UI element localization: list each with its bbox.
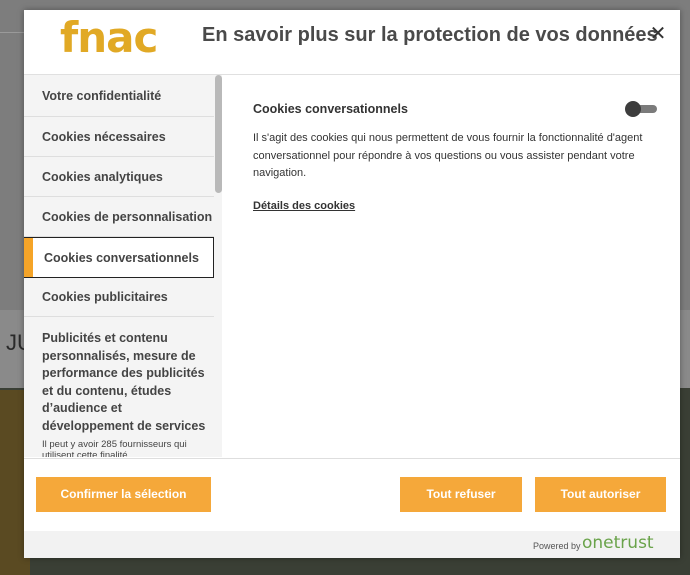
menu-item-cookies-personnalisation[interactable]: Cookies de personnalisation	[24, 197, 214, 237]
category-detail-panel: Cookies conversationnels Il s'agit des c…	[253, 101, 663, 212]
privacy-preference-modal: fnac En savoir plus sur la protection de…	[24, 10, 680, 558]
modal-title: En savoir plus sur la protection de vos …	[202, 24, 658, 46]
menu-item-label: Publicités et contenu personnalisés, mes…	[42, 331, 206, 433]
confirm-selection-button[interactable]: Confirmer la sélection	[36, 477, 211, 512]
menu-item-label: Cookies nécessaires	[42, 130, 166, 144]
menu-item-cookies-publicitaires[interactable]: Cookies publicitaires	[24, 278, 214, 317]
modal-header: fnac En savoir plus sur la protection de…	[24, 10, 680, 75]
fnac-logo: fnac	[60, 13, 158, 62]
onetrust-logo[interactable]: onetrust	[582, 533, 654, 553]
background-divider	[0, 32, 24, 33]
allow-all-button[interactable]: Tout autoriser	[535, 477, 666, 512]
menu-item-label: Cookies analytiques	[42, 170, 163, 184]
menu-item-label: Cookies de personnalisation	[42, 210, 213, 224]
menu-scrollbar[interactable]	[215, 75, 222, 193]
menu-item-votre-confidentialite[interactable]: Votre confidentialité	[24, 75, 214, 117]
menu-item-label: Votre confidentialité	[42, 89, 162, 103]
menu-item-cookies-necessaires[interactable]: Cookies nécessaires	[24, 117, 214, 157]
category-menu: Votre confidentialité Cookies nécessaire…	[24, 75, 222, 457]
menu-item-label: Cookies conversationnels	[44, 251, 199, 265]
footer-divider	[24, 458, 680, 459]
menu-item-cookies-conversationnels[interactable]: Cookies conversationnels	[24, 237, 214, 278]
menu-item-cookies-analytiques[interactable]: Cookies analytiques	[24, 157, 214, 197]
close-icon[interactable]: ✕	[646, 22, 670, 46]
category-description: Il s'agit des cookies qui nous permetten…	[253, 132, 643, 179]
active-indicator	[24, 238, 33, 277]
menu-item-description: Il peut y avoir 285 fournisseurs qui uti…	[42, 439, 187, 457]
toggle-knob	[625, 101, 641, 117]
menu-item-publicites-personnalisees[interactable]: Publicités et contenu personnalisés, mes…	[24, 317, 214, 457]
reject-all-button[interactable]: Tout refuser	[400, 477, 522, 512]
menu-item-label: Cookies publicitaires	[42, 290, 168, 304]
consent-toggle[interactable]	[625, 101, 657, 117]
powered-by-bar: Powered by onetrust	[24, 531, 680, 558]
powered-by-label: Powered by	[533, 541, 581, 551]
cookie-details-link[interactable]: Détails des cookies	[253, 200, 355, 212]
category-title: Cookies conversationnels	[253, 102, 408, 116]
